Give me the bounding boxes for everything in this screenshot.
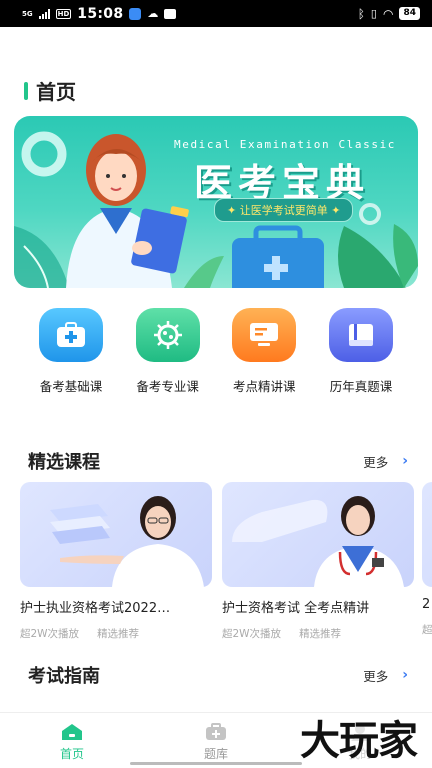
chevron-right-icon: › xyxy=(402,667,408,683)
vibrate-icon: ▯ xyxy=(370,7,377,20)
app-notification-icon xyxy=(129,7,142,20)
course-tag: 精选推荐 xyxy=(97,628,140,640)
bluetooth-icon: ᛒ xyxy=(357,6,365,21)
guide-section-header: 考试指南 更多 › xyxy=(28,662,408,688)
virus-icon xyxy=(135,308,200,362)
course-title: 2 xyxy=(422,597,431,612)
course-thumbnail xyxy=(20,482,212,587)
course-title: 护士执业资格考试2022… xyxy=(20,601,171,616)
more-label: 更多 xyxy=(363,454,389,470)
course-tag: 精选推荐 xyxy=(299,628,342,640)
promo-banner[interactable]: Medical Examination Classic 医考宝典 ✦ 让医学考试… xyxy=(14,116,418,288)
course-meta: 超 xyxy=(422,622,432,637)
course-card[interactable]: 护士执业资格考试2022… 超2W次播放 精选推荐 xyxy=(20,482,212,641)
nav-label: 题库 xyxy=(203,747,228,761)
category-basic-course[interactable]: 备考基础课 xyxy=(26,308,116,395)
category-keypoint-course[interactable]: 考点精讲课 xyxy=(219,308,309,395)
category-past-exam-course[interactable]: 历年真题课 xyxy=(316,308,406,395)
chevron-right-icon: › xyxy=(402,453,408,469)
battery-indicator: 84 xyxy=(399,7,420,20)
course-meta: 超2W次播放 精选推荐 xyxy=(20,626,212,641)
course-meta: 超2W次播放 精选推荐 xyxy=(222,626,414,641)
course-carousel[interactable]: 护士执业资格考试2022… 超2W次播放 精选推荐 护士资格考试 全考点精讲 超… xyxy=(20,482,432,642)
network-type: 5G xyxy=(22,9,33,18)
category-label: 考点精讲课 xyxy=(233,379,296,394)
watermark-logo: 大玩家 xyxy=(300,716,418,766)
nav-home[interactable]: 首页 xyxy=(0,713,144,768)
category-professional-course[interactable]: 备考专业课 xyxy=(123,308,213,395)
play-count: 超 xyxy=(422,624,432,636)
header-accent-bar xyxy=(24,81,28,100)
medical-kit-icon xyxy=(39,308,103,362)
guide-more-link[interactable]: 更多 › xyxy=(363,666,408,685)
more-label: 更多 xyxy=(363,668,389,684)
course-title: 护士资格考试 全考点精讲 xyxy=(222,601,370,616)
nav-label: 首页 xyxy=(59,747,84,761)
course-thumbnail xyxy=(222,482,414,587)
status-time: 15:08 xyxy=(77,5,124,22)
category-label: 历年真题课 xyxy=(329,379,393,394)
featured-section-header: 精选课程 更多 › xyxy=(28,448,408,474)
nav-question-bank[interactable]: 题库 xyxy=(144,713,288,768)
status-left: 5G HD 15:08 ☁ xyxy=(22,5,177,22)
play-count: 超2W次播放 xyxy=(222,628,282,640)
course-card[interactable]: 护士资格考试 全考点精讲 超2W次播放 精选推荐 xyxy=(222,482,414,641)
book-icon xyxy=(328,308,393,362)
status-right: ᛒ ▯ ◠ 84 xyxy=(358,7,420,21)
page-header: 首页 xyxy=(24,76,76,105)
signal-icon xyxy=(38,8,50,19)
featured-title: 精选课程 xyxy=(28,452,100,473)
page-title: 首页 xyxy=(36,80,76,104)
mail-icon xyxy=(164,8,177,19)
category-label: 备考专业课 xyxy=(136,379,199,394)
hd-badge: HD xyxy=(55,8,72,19)
home-indicator[interactable] xyxy=(130,762,302,765)
guide-title: 考试指南 xyxy=(28,666,100,687)
banner-tagline: ✦ 让医学考试更简单 ✦ xyxy=(214,198,354,222)
wifi-icon: ◠ xyxy=(382,6,394,21)
banner-subtitle: Medical Examination Classic xyxy=(174,138,397,151)
course-thumbnail xyxy=(422,482,432,587)
play-count: 超2W次播放 xyxy=(20,628,80,640)
monitor-icon xyxy=(232,308,297,362)
cloud-icon: ☁ xyxy=(147,7,159,20)
category-row: 备考基础课 备考专业课 考点精讲课 历年真题课 xyxy=(26,308,406,395)
home-icon xyxy=(62,724,82,740)
featured-more-link[interactable]: 更多 › xyxy=(363,452,408,471)
medical-box-icon xyxy=(206,723,226,740)
banner-tagline-text: 让医学考试更简单 xyxy=(239,204,328,217)
status-bar: 5G HD 15:08 ☁ ᛒ ▯ ◠ 84 xyxy=(0,0,432,27)
course-card[interactable]: 2 超 xyxy=(422,482,432,637)
category-label: 备考基础课 xyxy=(39,379,103,394)
